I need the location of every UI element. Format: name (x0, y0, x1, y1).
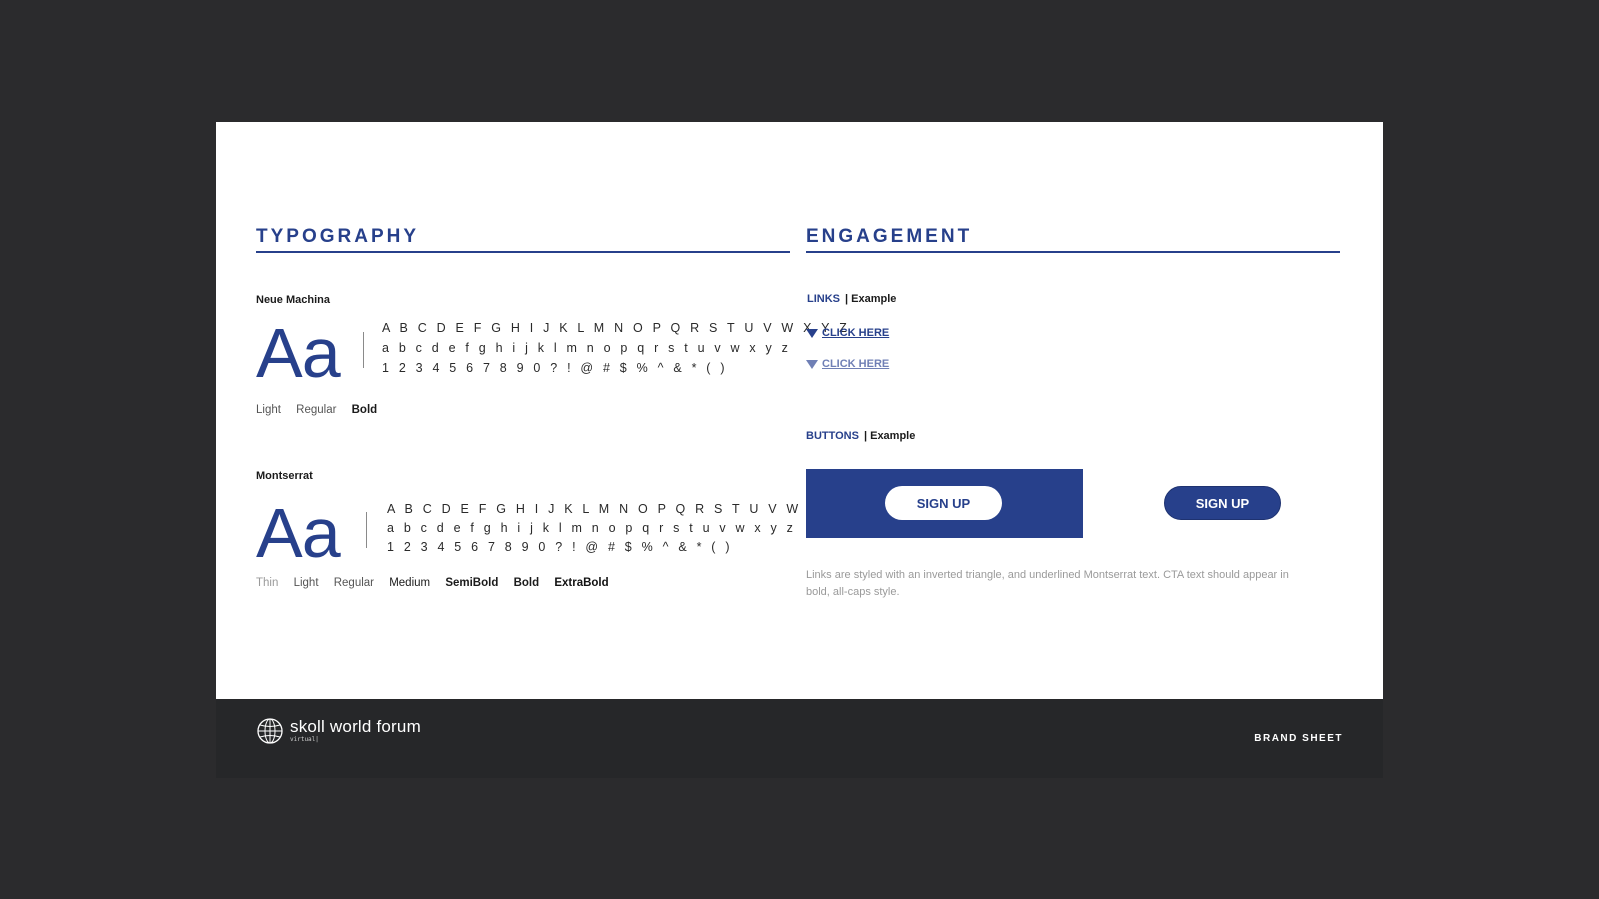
brand-sheet-label: BRAND SHEET (1254, 733, 1343, 744)
button-panel-blue: SIGN UP (806, 469, 1083, 538)
lowercase-glyphs: a b c d e f g h i j k l m n o p q r s t … (387, 521, 797, 535)
font-name-montserrat: Montserrat (256, 470, 313, 482)
font-divider (363, 332, 364, 368)
inverted-triangle-icon (806, 359, 818, 369)
engagement-heading: ENGAGEMENT (806, 226, 973, 247)
buttons-label: BUTTONS (806, 430, 859, 442)
link-example-hover[interactable]: CLICK HERE (806, 358, 889, 370)
font-sample-montserrat: Aa (256, 494, 341, 572)
link-example-default[interactable]: CLICK HERE (806, 327, 889, 339)
weight-semibold: SemiBold (445, 577, 499, 589)
buttons-label-row: BUTTONS | Example (806, 430, 915, 442)
inverted-triangle-icon (806, 328, 818, 338)
uppercase-glyphs: A B C D E F G H I J K L M N O P Q R S T … (387, 502, 855, 516)
engagement-note: Links are styled with an inverted triang… (806, 569, 1289, 598)
weight-light: Light (256, 404, 281, 416)
typography-rule (256, 251, 790, 253)
lowercase-glyphs: a b c d e f g h i j k l m n o p q r s t … (382, 341, 792, 355)
sign-up-button[interactable]: SIGN UP (885, 486, 1002, 520)
weight-light: Light (293, 577, 319, 589)
weight-extrabold: ExtraBold (554, 577, 609, 589)
weight-regular: Regular (296, 404, 337, 416)
logo-text: skoll world forum (290, 717, 421, 736)
weight-bold: Bold (351, 404, 378, 416)
click-here-link[interactable]: CLICK HERE (822, 327, 889, 339)
brand-sheet-card: TYPOGRAPHY Neue Machina Aa A B C D E F G… (216, 122, 1383, 699)
links-label-row: LINKS | Example (807, 293, 896, 305)
weight-bold: Bold (513, 577, 540, 589)
uppercase-glyphs: A B C D E F G H I J K L M N O P Q R S T … (382, 321, 850, 335)
links-example: | Example (845, 293, 897, 305)
weight-regular: Regular (333, 577, 374, 589)
weights-neue-machina: Light Regular Bold (256, 404, 389, 416)
symbol-glyphs: 1 2 3 4 5 6 7 8 9 0 ? ! @ # $ % ^ & * ( … (387, 540, 733, 554)
click-here-link[interactable]: CLICK HERE (822, 358, 889, 370)
links-label: LINKS (807, 293, 840, 305)
weight-medium: Medium (389, 577, 431, 589)
globe-icon (257, 718, 283, 744)
typography-heading: TYPOGRAPHY (256, 226, 420, 247)
engagement-rule (806, 251, 1340, 253)
font-sample-neue-machina: Aa (256, 314, 341, 392)
symbol-glyphs: 1 2 3 4 5 6 7 8 9 0 ? ! @ # $ % ^ & * ( … (382, 361, 728, 375)
buttons-example: | Example (863, 430, 916, 442)
sign-up-button[interactable]: SIGN UP (1164, 486, 1281, 520)
font-name-neue-machina: Neue Machina (256, 294, 330, 306)
font-divider (366, 512, 367, 548)
skoll-logo: skoll world forum virtual| (256, 717, 421, 745)
footer-bar: skoll world forum virtual| BRAND SHEET (216, 699, 1383, 778)
logo-subtext: virtual| (290, 736, 319, 743)
weights-montserrat: Thin Light Regular Medium SemiBold Bold … (256, 577, 621, 589)
weight-thin: Thin (256, 577, 279, 589)
